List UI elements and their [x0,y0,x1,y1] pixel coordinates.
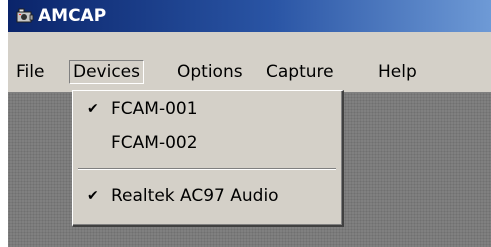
menu-capture[interactable]: Capture [263,60,337,84]
menu-file[interactable]: File [13,60,47,84]
menu-option-label: FCAM-002 [111,133,198,153]
amcap-window: AMCAP File Devices Options Capture Help … [8,0,491,247]
window-title: AMCAP [38,6,107,26]
title-bar[interactable]: AMCAP [8,0,491,32]
menu-help[interactable]: Help [375,60,420,84]
menu-option-fcam-001[interactable]: ✔ FCAM-001 [75,95,337,123]
check-icon: ✔ [87,188,99,204]
menu-devices[interactable]: Devices [69,60,144,84]
menu-option-realtek-audio[interactable]: ✔ Realtek AC97 Audio [75,182,337,210]
menu-option-label: Realtek AC97 Audio [111,186,279,206]
menu-option-label: FCAM-001 [111,99,198,119]
menu-separator [78,168,336,170]
menu-option-fcam-002[interactable]: FCAM-002 [75,129,337,157]
devices-dropdown-menu: ✔ FCAM-001 FCAM-002 ✔ Realtek AC97 Audio [72,90,344,227]
check-icon: ✔ [87,101,99,117]
app-camera-icon [16,8,34,23]
menu-options[interactable]: Options [174,60,246,84]
